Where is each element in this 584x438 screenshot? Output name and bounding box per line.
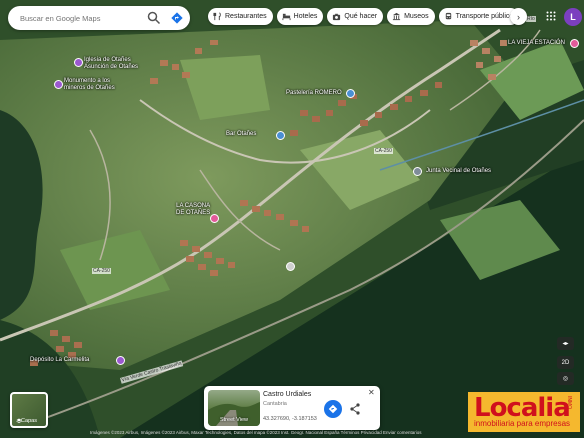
museum-icon (392, 12, 401, 21)
place-card-coordinates: 43.327690, -3.187153 (263, 416, 317, 422)
chip-restaurantes[interactable]: Restaurantes (208, 8, 273, 25)
place-label-iglesia-text: Iglesia de Otañes (84, 57, 131, 63)
chip-transporte[interactable]: Transporte público (438, 8, 520, 25)
bakery-icon[interactable] (346, 89, 355, 98)
chip-que-hacer-label: Qué hacer (344, 13, 378, 20)
camera-icon (333, 13, 341, 21)
place-card[interactable]: Street View Castro Urdiales Cantabria 43… (204, 386, 380, 430)
place-label-pasteleria[interactable]: Pastelería ROMERO (286, 90, 342, 97)
chip-restaurantes-label: Restaurantes (225, 13, 267, 20)
place-label-monumento-extra: mineros de Otañes (64, 85, 115, 91)
directions-button[interactable] (324, 400, 342, 418)
chip-transporte-label: Transporte público (455, 13, 514, 20)
search-box[interactable] (8, 6, 190, 30)
top-bar: Restaurantes Hoteles Qué hacer Museos Tr… (8, 6, 582, 30)
place-label-junta-vecinal-text: Junta Vecinal de Otañes (426, 168, 492, 174)
monument-icon[interactable] (54, 80, 63, 89)
view-2d-button[interactable]: 2D (557, 356, 574, 369)
place-label-bar[interactable]: Bar Otañes (226, 131, 256, 138)
chip-museos[interactable]: Museos (387, 8, 435, 25)
hotel-pin-icon[interactable] (210, 214, 219, 223)
place-label-deposito-text: Depósito La Carmelita (30, 357, 90, 363)
chip-museos-label: Museos (404, 13, 429, 20)
chevron-right-icon[interactable]: › (510, 8, 527, 25)
my-location-icon[interactable]: ◎ (557, 372, 574, 385)
street-view-label: Street View (219, 417, 249, 423)
transit-icon (445, 12, 451, 20)
brand-mark: INMO (566, 396, 572, 410)
map-attribution: Imágenes ©2023 Airbus, Imágenes ©2023 Ai… (90, 430, 422, 435)
brand-name: Localia (474, 393, 571, 423)
layers-label: Capas (21, 418, 37, 424)
place-label-vieja-estacion-text: LA VIEJA ESTACIÓN (508, 40, 565, 46)
place-label-la-casona-extra: DE OTAÑES (176, 210, 211, 216)
government-icon[interactable] (413, 167, 422, 176)
place-label-junta-vecinal[interactable]: Junta Vecinal de Otañes (426, 168, 491, 175)
place-label-vieja-estacion[interactable]: LA VIEJA ESTACIÓN (508, 40, 565, 47)
landmark-icon[interactable] (116, 356, 125, 365)
apps-grid-icon[interactable] (546, 11, 556, 21)
chip-hoteles[interactable]: Hoteles (276, 8, 324, 25)
place-label-la-casona-text: LA CASONA (176, 203, 211, 209)
lodging-icon[interactable] (570, 39, 579, 48)
place-label-deposito[interactable]: Depósito La Carmelita (30, 357, 89, 364)
street-view-thumbnail[interactable]: Street View (208, 390, 260, 426)
close-icon[interactable]: ✕ (368, 388, 375, 397)
place-label-monumento[interactable]: Monumento a los mineros de Otañes (64, 78, 115, 92)
chip-que-hacer[interactable]: Qué hacer (327, 8, 384, 25)
search-icon[interactable] (147, 11, 161, 25)
share-icon[interactable] (349, 402, 361, 416)
place-label-iglesia-extra: Asunción de Otañes (84, 64, 139, 70)
place-label-la-casona[interactable]: LA CASONA DE OTAÑES (176, 203, 210, 217)
chip-hoteles-label: Hoteles (293, 13, 318, 20)
brand-tagline: inmobiliaria para empresas (474, 419, 571, 428)
road-label-ca250-east: CA-250 (374, 148, 393, 154)
place-card-title: Castro Urdiales (263, 391, 312, 398)
directions-icon (328, 404, 338, 414)
restaurant-icon (213, 12, 221, 21)
pin-icon[interactable] (286, 262, 295, 271)
localia-brand-logo: Localia inmobiliaria para empresas INMO (468, 392, 580, 432)
place-label-monumento-text: Monumento a los (64, 78, 111, 84)
place-label-pasteleria-text: Pastelería ROMERO (286, 90, 342, 96)
place-label-bar-text: Bar Otañes (226, 131, 257, 137)
road-label-ca250-west: CA-250 (92, 268, 111, 274)
place-card-subtitle: Cantabria (263, 401, 287, 407)
church-icon[interactable] (74, 58, 83, 67)
layers-button[interactable]: Capas (10, 392, 48, 428)
search-input[interactable] (18, 12, 137, 24)
place-label-iglesia[interactable]: Iglesia de Otañes Asunción de Otañes (84, 57, 138, 71)
bar-icon[interactable] (276, 131, 285, 140)
account-avatar[interactable]: L (564, 8, 582, 26)
collapse-icon[interactable]: ◂▸ (557, 337, 574, 350)
hotel-icon (282, 13, 291, 21)
category-chips: Restaurantes Hoteles Qué hacer Museos Tr… (208, 8, 520, 25)
directions-icon[interactable] (170, 11, 184, 25)
